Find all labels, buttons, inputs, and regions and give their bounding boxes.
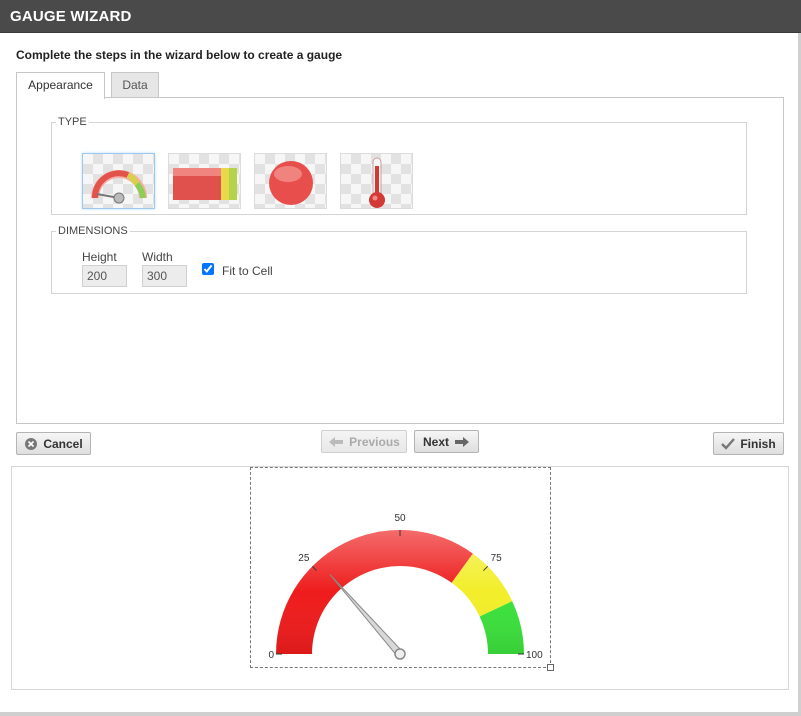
gauge-tick-label-2: 50: [394, 513, 406, 524]
instruction-text: Complete the steps in the wizard below t…: [16, 48, 343, 62]
gauge-tick-label-0: 0: [268, 650, 274, 661]
gauge-tick-label-1: 25: [298, 553, 310, 564]
gauge-preview-area: 0 25 50 75 100: [11, 466, 789, 690]
next-label: Next: [422, 434, 449, 449]
gauge-needle: [329, 574, 406, 660]
window-title: GAUGE WIZARD: [10, 8, 132, 25]
gauge-preview: 0 25 50 75 100: [268, 513, 543, 661]
gauge-bands: [276, 530, 524, 654]
linear-bar-thumb-icon: [173, 168, 237, 200]
width-input[interactable]: [142, 265, 187, 287]
radial-gauge-thumb-icon: [91, 170, 147, 204]
checkmark-icon: [721, 437, 736, 450]
fit-to-cell-label: Fit to Cell: [222, 264, 273, 278]
height-label: Height: [82, 250, 117, 264]
title-bar: GAUGE WIZARD: [0, 0, 801, 33]
gauge-preview-frame[interactable]: 0 25 50 75 100: [250, 467, 554, 671]
width-label: Width: [142, 250, 173, 264]
type-legend: TYPE: [58, 116, 87, 128]
dimensions-group: DIMENSIONS Height Width Fit to Cell: [51, 225, 747, 294]
gauge-tick-label-4: 100: [526, 650, 543, 661]
arrow-left-icon: [329, 436, 344, 447]
resize-handle[interactable]: [547, 664, 554, 671]
finish-button[interactable]: Finish: [713, 432, 784, 455]
appearance-panel: TYPE DIMENSIONS Height 200 Width 300 Fit…: [16, 97, 784, 424]
radial-gauge-option[interactable]: [82, 153, 155, 209]
finish-label: Finish: [740, 436, 776, 451]
gauge-tick-label-3: 75: [491, 553, 503, 564]
gauge-needle-pointer: [329, 574, 404, 658]
circle-gauge-option[interactable]: [254, 153, 327, 209]
tab-data[interactable]: Data: [111, 72, 159, 98]
linear-bar-option[interactable]: [168, 153, 241, 209]
tab-appearance[interactable]: Appearance: [16, 72, 105, 99]
type-group: TYPE: [51, 116, 747, 215]
gauge-shine: [276, 530, 524, 654]
cancel-button[interactable]: Cancel: [16, 432, 91, 455]
height-input[interactable]: [82, 265, 127, 287]
arrow-right-icon: [455, 436, 469, 447]
cancel-icon: [25, 437, 38, 450]
gauge-needle-hub: [394, 648, 406, 660]
previous-button[interactable]: Previous: [321, 430, 407, 453]
fit-to-cell-checkbox[interactable]: [202, 263, 214, 275]
thermometer-thumb-icon: [369, 157, 385, 208]
previous-label: Previous: [349, 434, 400, 449]
dimensions-legend: DIMENSIONS: [58, 225, 128, 237]
window-border-bottom: [0, 712, 801, 716]
cancel-label: Cancel: [43, 436, 83, 451]
thermometer-option[interactable]: [340, 153, 413, 209]
circle-gauge-thumb-icon: [269, 161, 313, 205]
next-button[interactable]: Next: [414, 430, 479, 453]
